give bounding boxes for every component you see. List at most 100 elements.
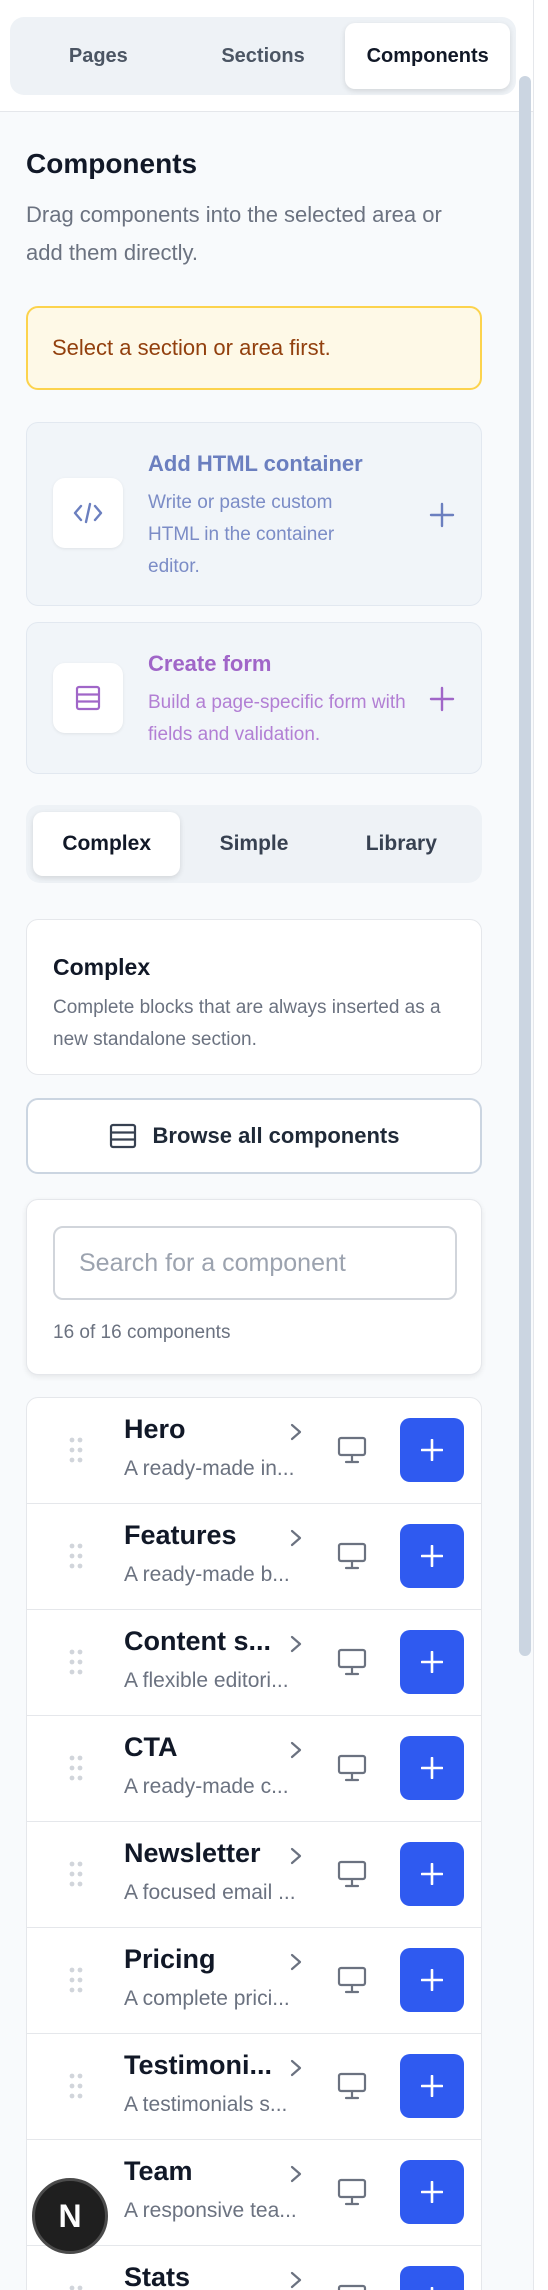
avatar-button[interactable]: N [32, 2178, 108, 2254]
monitor-icon[interactable] [337, 1436, 367, 1464]
monitor-icon[interactable] [337, 1542, 367, 1570]
monitor-icon[interactable] [337, 1648, 367, 1676]
add-component-button[interactable] [400, 1418, 464, 1482]
plus-icon [421, 2181, 443, 2203]
drag-handle-icon[interactable] [69, 1648, 83, 1676]
component-name: Newsletter [124, 1838, 261, 1868]
component-row[interactable]: Hero A ready-made in... [27, 1398, 481, 1504]
type-info-description: Complete blocks that are always inserted… [53, 997, 441, 1050]
drag-handle-icon[interactable] [69, 1966, 83, 1994]
add-component-button[interactable] [400, 1524, 464, 1588]
plus-icon [421, 1439, 443, 1461]
plus-icon [421, 1545, 443, 1567]
monitor-icon[interactable] [337, 1860, 367, 1888]
code-icon [53, 478, 123, 548]
component-name: Hero [124, 1414, 186, 1444]
chevron-right-icon[interactable] [289, 1952, 303, 1972]
chevron-right-icon[interactable] [289, 2270, 303, 2290]
component-row[interactable]: Newsletter A focused email ... [27, 1822, 481, 1928]
top-tabs: Pages Sections Components [10, 17, 516, 95]
component-row[interactable]: Content s... A flexible editori... [27, 1610, 481, 1716]
search-card: 16 of 16 components [26, 1199, 482, 1375]
component-name: Team [124, 2156, 193, 2186]
plus-icon [421, 1651, 443, 1673]
add-component-button[interactable] [400, 1948, 464, 2012]
plus-icon[interactable] [429, 686, 455, 712]
panel-subtitle: Drag components into the selected area o… [26, 202, 442, 265]
chevron-right-icon[interactable] [289, 2164, 303, 2184]
component-row[interactable]: Features A ready-made b... [27, 1504, 481, 1610]
top-bar: Pages Sections Components [0, 0, 533, 112]
plus-icon [421, 2075, 443, 2097]
components-panel: Pages Sections Components Components Dra… [0, 0, 534, 2290]
html-container-description: Write or paste custom HTML in the contai… [148, 492, 335, 577]
html-container-title: Add HTML container [148, 451, 363, 476]
component-row[interactable]: Pricing A complete prici... [27, 1928, 481, 2034]
component-description: A focused email ... [124, 1881, 296, 1904]
add-component-button[interactable] [400, 2266, 464, 2290]
plus-icon [421, 1863, 443, 1885]
drag-handle-icon[interactable] [69, 1542, 83, 1570]
component-description: A ready-made b... [124, 1563, 290, 1586]
plus-icon[interactable] [429, 502, 455, 528]
add-component-button[interactable] [400, 2160, 464, 2224]
component-description: A flexible editori... [124, 1669, 289, 1692]
scrollbar[interactable] [519, 76, 531, 1656]
component-name: Pricing [124, 1944, 216, 1974]
drag-handle-icon[interactable] [69, 1754, 83, 1782]
monitor-icon[interactable] [337, 2178, 367, 2206]
component-description: A responsive tea... [124, 2199, 297, 2222]
component-name: Stats [124, 2262, 191, 2290]
component-row[interactable]: Stats [27, 2246, 481, 2290]
chevron-right-icon[interactable] [289, 1634, 303, 1654]
browse-icon [109, 1123, 136, 1149]
add-component-button[interactable] [400, 2054, 464, 2118]
panel-title: Components [26, 148, 198, 179]
monitor-icon[interactable] [337, 1754, 367, 1782]
tab-pages[interactable]: Pages [16, 23, 181, 89]
tab-library[interactable]: Library [328, 812, 475, 876]
form-icon [53, 663, 123, 733]
monitor-icon[interactable] [337, 2072, 367, 2100]
app: Pages Sections Components Components Dra… [0, 0, 548, 2290]
plus-icon [421, 1969, 443, 1991]
add-component-button[interactable] [400, 1842, 464, 1906]
create-form-title: Create form [148, 651, 272, 676]
monitor-icon[interactable] [337, 1966, 367, 1994]
tab-simple[interactable]: Simple [180, 812, 327, 876]
component-description: A testimonials s... [124, 2093, 288, 2116]
component-search-input[interactable] [53, 1226, 457, 1300]
component-name: Features [124, 1520, 237, 1550]
drag-handle-icon[interactable] [69, 1436, 83, 1464]
add-component-button[interactable] [400, 1630, 464, 1694]
drag-handle-icon[interactable] [69, 1860, 83, 1888]
add-component-button[interactable] [400, 1736, 464, 1800]
add-html-container-card[interactable]: Add HTML container Write or paste custom… [26, 422, 482, 606]
plus-icon [421, 1757, 443, 1779]
chevron-right-icon[interactable] [289, 1846, 303, 1866]
tab-complex[interactable]: Complex [33, 812, 181, 876]
component-list: Hero A ready-made in... Features A ready… [26, 1397, 482, 2290]
component-name: Testimoni... [124, 2050, 273, 2080]
tab-sections[interactable]: Sections [181, 23, 346, 89]
create-form-card[interactable]: Create form Build a page-specific form w… [26, 622, 482, 774]
chevron-right-icon[interactable] [289, 1740, 303, 1760]
browse-button-label: Browse all components [152, 1123, 400, 1148]
monitor-icon[interactable] [337, 2284, 367, 2290]
create-form-description: Build a page-specific form with fields a… [148, 692, 406, 745]
drag-handle-icon[interactable] [69, 2072, 83, 2100]
component-row[interactable]: CTA A ready-made c... [27, 1716, 481, 1822]
component-row[interactable]: Testimoni... A testimonials s... [27, 2034, 481, 2140]
component-type-tabs: Complex Simple Library [26, 805, 482, 883]
chevron-right-icon[interactable] [289, 1528, 303, 1548]
component-description: A ready-made in... [124, 1457, 295, 1480]
drag-handle-icon[interactable] [69, 2284, 83, 2290]
select-section-alert: Select a section or area first. [26, 306, 482, 390]
component-name: Content s... [124, 1626, 271, 1656]
chevron-right-icon[interactable] [289, 1422, 303, 1442]
type-info-card: Complex Complete blocks that are always … [26, 919, 482, 1075]
tab-components[interactable]: Components [345, 23, 511, 89]
type-info-title: Complex [53, 954, 151, 980]
chevron-right-icon[interactable] [289, 2058, 303, 2078]
browse-all-components-button[interactable]: Browse all components [26, 1098, 482, 1174]
